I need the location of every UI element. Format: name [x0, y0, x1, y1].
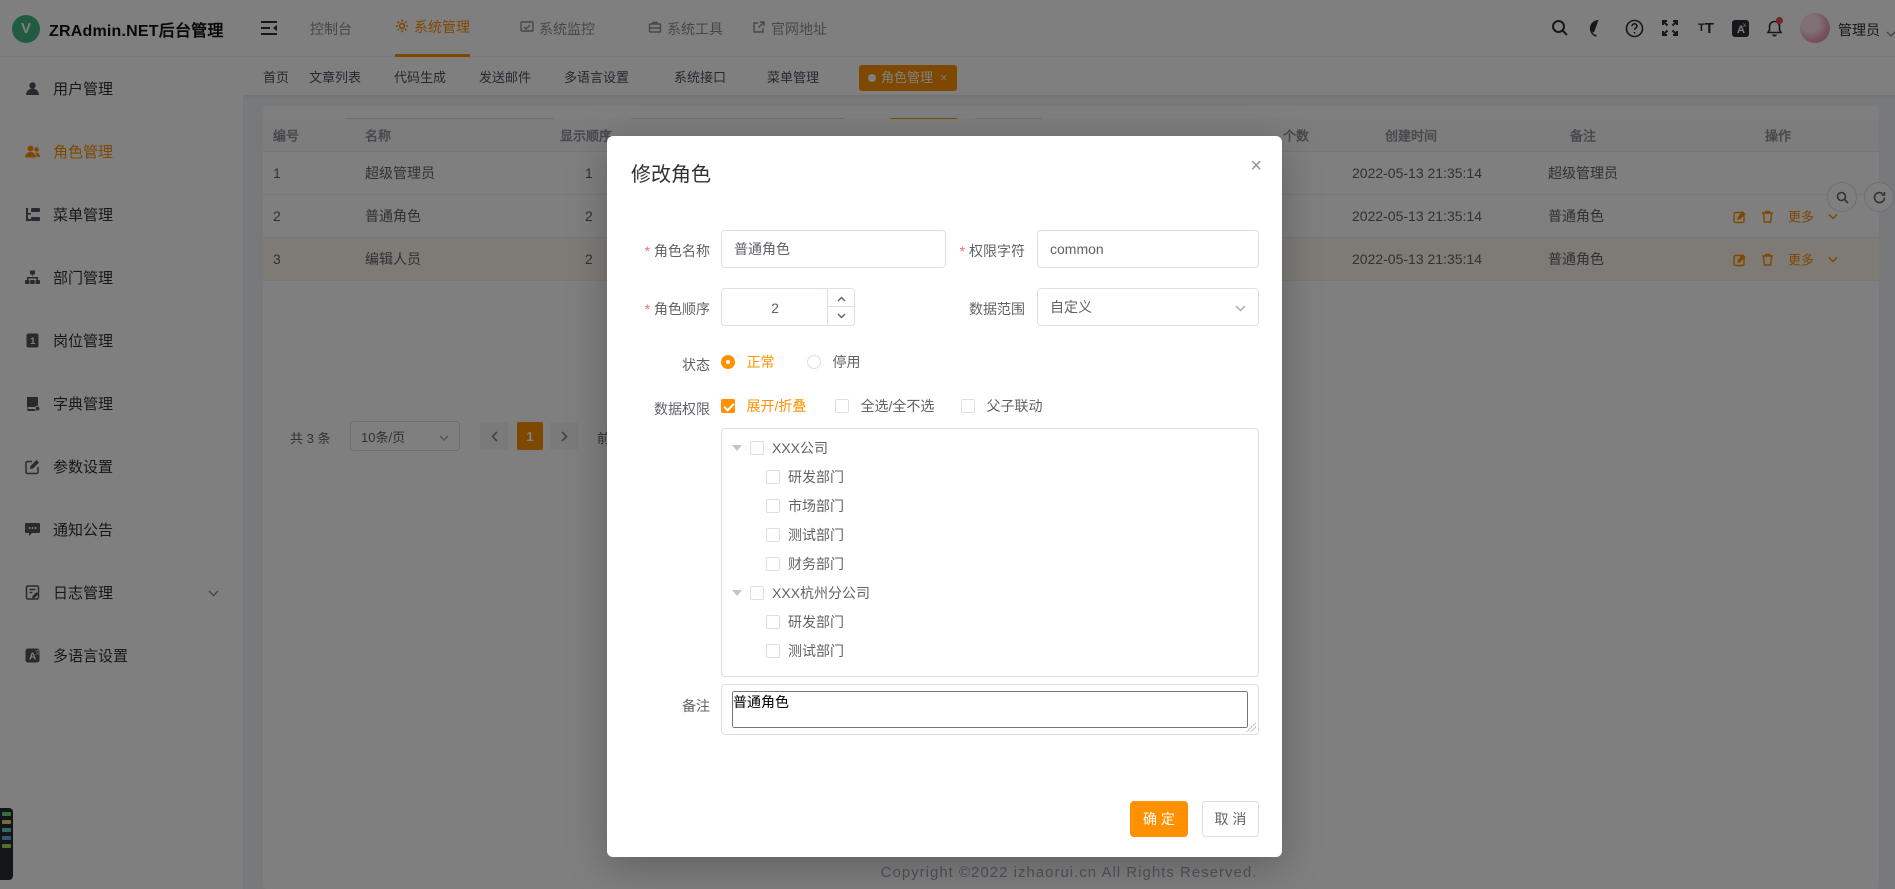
role-sort-stepper[interactable]: 2 — [721, 288, 855, 326]
status-label: 状态 — [607, 355, 710, 375]
role-sort-label: 角色顺序 — [607, 299, 710, 319]
role-key-input[interactable] — [1037, 230, 1259, 268]
tree-node-branch-company[interactable]: XXX杭州分公司 — [722, 578, 1258, 607]
remark-textarea[interactable]: 普通角色 — [721, 684, 1259, 735]
checkbox-icon[interactable] — [766, 557, 780, 571]
confirm-button[interactable]: 确 定 — [1130, 801, 1188, 837]
tree-node-dept[interactable]: 测试部门 — [722, 520, 1258, 549]
checkbox-icon[interactable] — [750, 586, 764, 600]
checkbox-select-all[interactable]: 全选/全不选 — [835, 396, 934, 416]
role-name-label: 角色名称 — [607, 241, 710, 261]
data-scope-select[interactable]: 自定义 — [1037, 288, 1259, 326]
checkbox-icon — [721, 399, 735, 413]
tree-node-dept[interactable]: 研发部门 — [722, 462, 1258, 491]
tree-node-dept[interactable]: 市场部门 — [722, 491, 1258, 520]
checkbox-icon[interactable] — [766, 644, 780, 658]
data-scope-label: 数据范围 — [857, 299, 1025, 319]
tree-node-dept[interactable]: 财务部门 — [722, 549, 1258, 578]
checkbox-icon — [961, 399, 975, 413]
remark-label: 备注 — [607, 696, 710, 716]
cancel-button[interactable]: 取 消 — [1202, 801, 1259, 837]
resize-grip-icon[interactable] — [1246, 722, 1256, 732]
radio-disabled[interactable]: 停用 — [807, 352, 860, 372]
checkbox-icon[interactable] — [750, 441, 764, 455]
checkbox-parent-child-link[interactable]: 父子联动 — [961, 396, 1042, 416]
radio-icon — [721, 355, 735, 369]
tree-node-company[interactable]: XXX公司 — [722, 433, 1258, 462]
checkbox-icon[interactable] — [766, 615, 780, 629]
caret-down-icon[interactable] — [732, 590, 742, 596]
tree-node-dept[interactable]: 测试部门 — [722, 636, 1258, 665]
chevron-down-icon — [1235, 299, 1246, 315]
tree-node-dept[interactable]: 研发部门 — [722, 607, 1258, 636]
checkbox-icon[interactable] — [766, 499, 780, 513]
stepper-down-button[interactable] — [827, 306, 854, 325]
checkbox-icon[interactable] — [766, 528, 780, 542]
close-icon[interactable]: × — [1250, 156, 1262, 176]
edit-role-dialog: 修改角色 × 角色名称 权限字符 角色顺序 2 数据范围 自定义 状态 正常 停… — [607, 136, 1282, 857]
checkbox-expand-collapse[interactable]: 展开/折叠 — [721, 396, 806, 416]
role-key-label: 权限字符 — [857, 241, 1025, 261]
dialog-title: 修改角色 — [631, 158, 711, 187]
checkbox-icon — [835, 399, 849, 413]
radio-normal[interactable]: 正常 — [721, 352, 774, 372]
radio-icon — [807, 355, 821, 369]
caret-down-icon[interactable] — [732, 445, 742, 451]
checkbox-icon[interactable] — [766, 470, 780, 484]
permission-tree: XXX公司 研发部门 市场部门 测试部门 财务部门 XXX杭州分公司 研发部门 — [721, 428, 1259, 677]
data-perm-label: 数据权限 — [607, 399, 710, 419]
